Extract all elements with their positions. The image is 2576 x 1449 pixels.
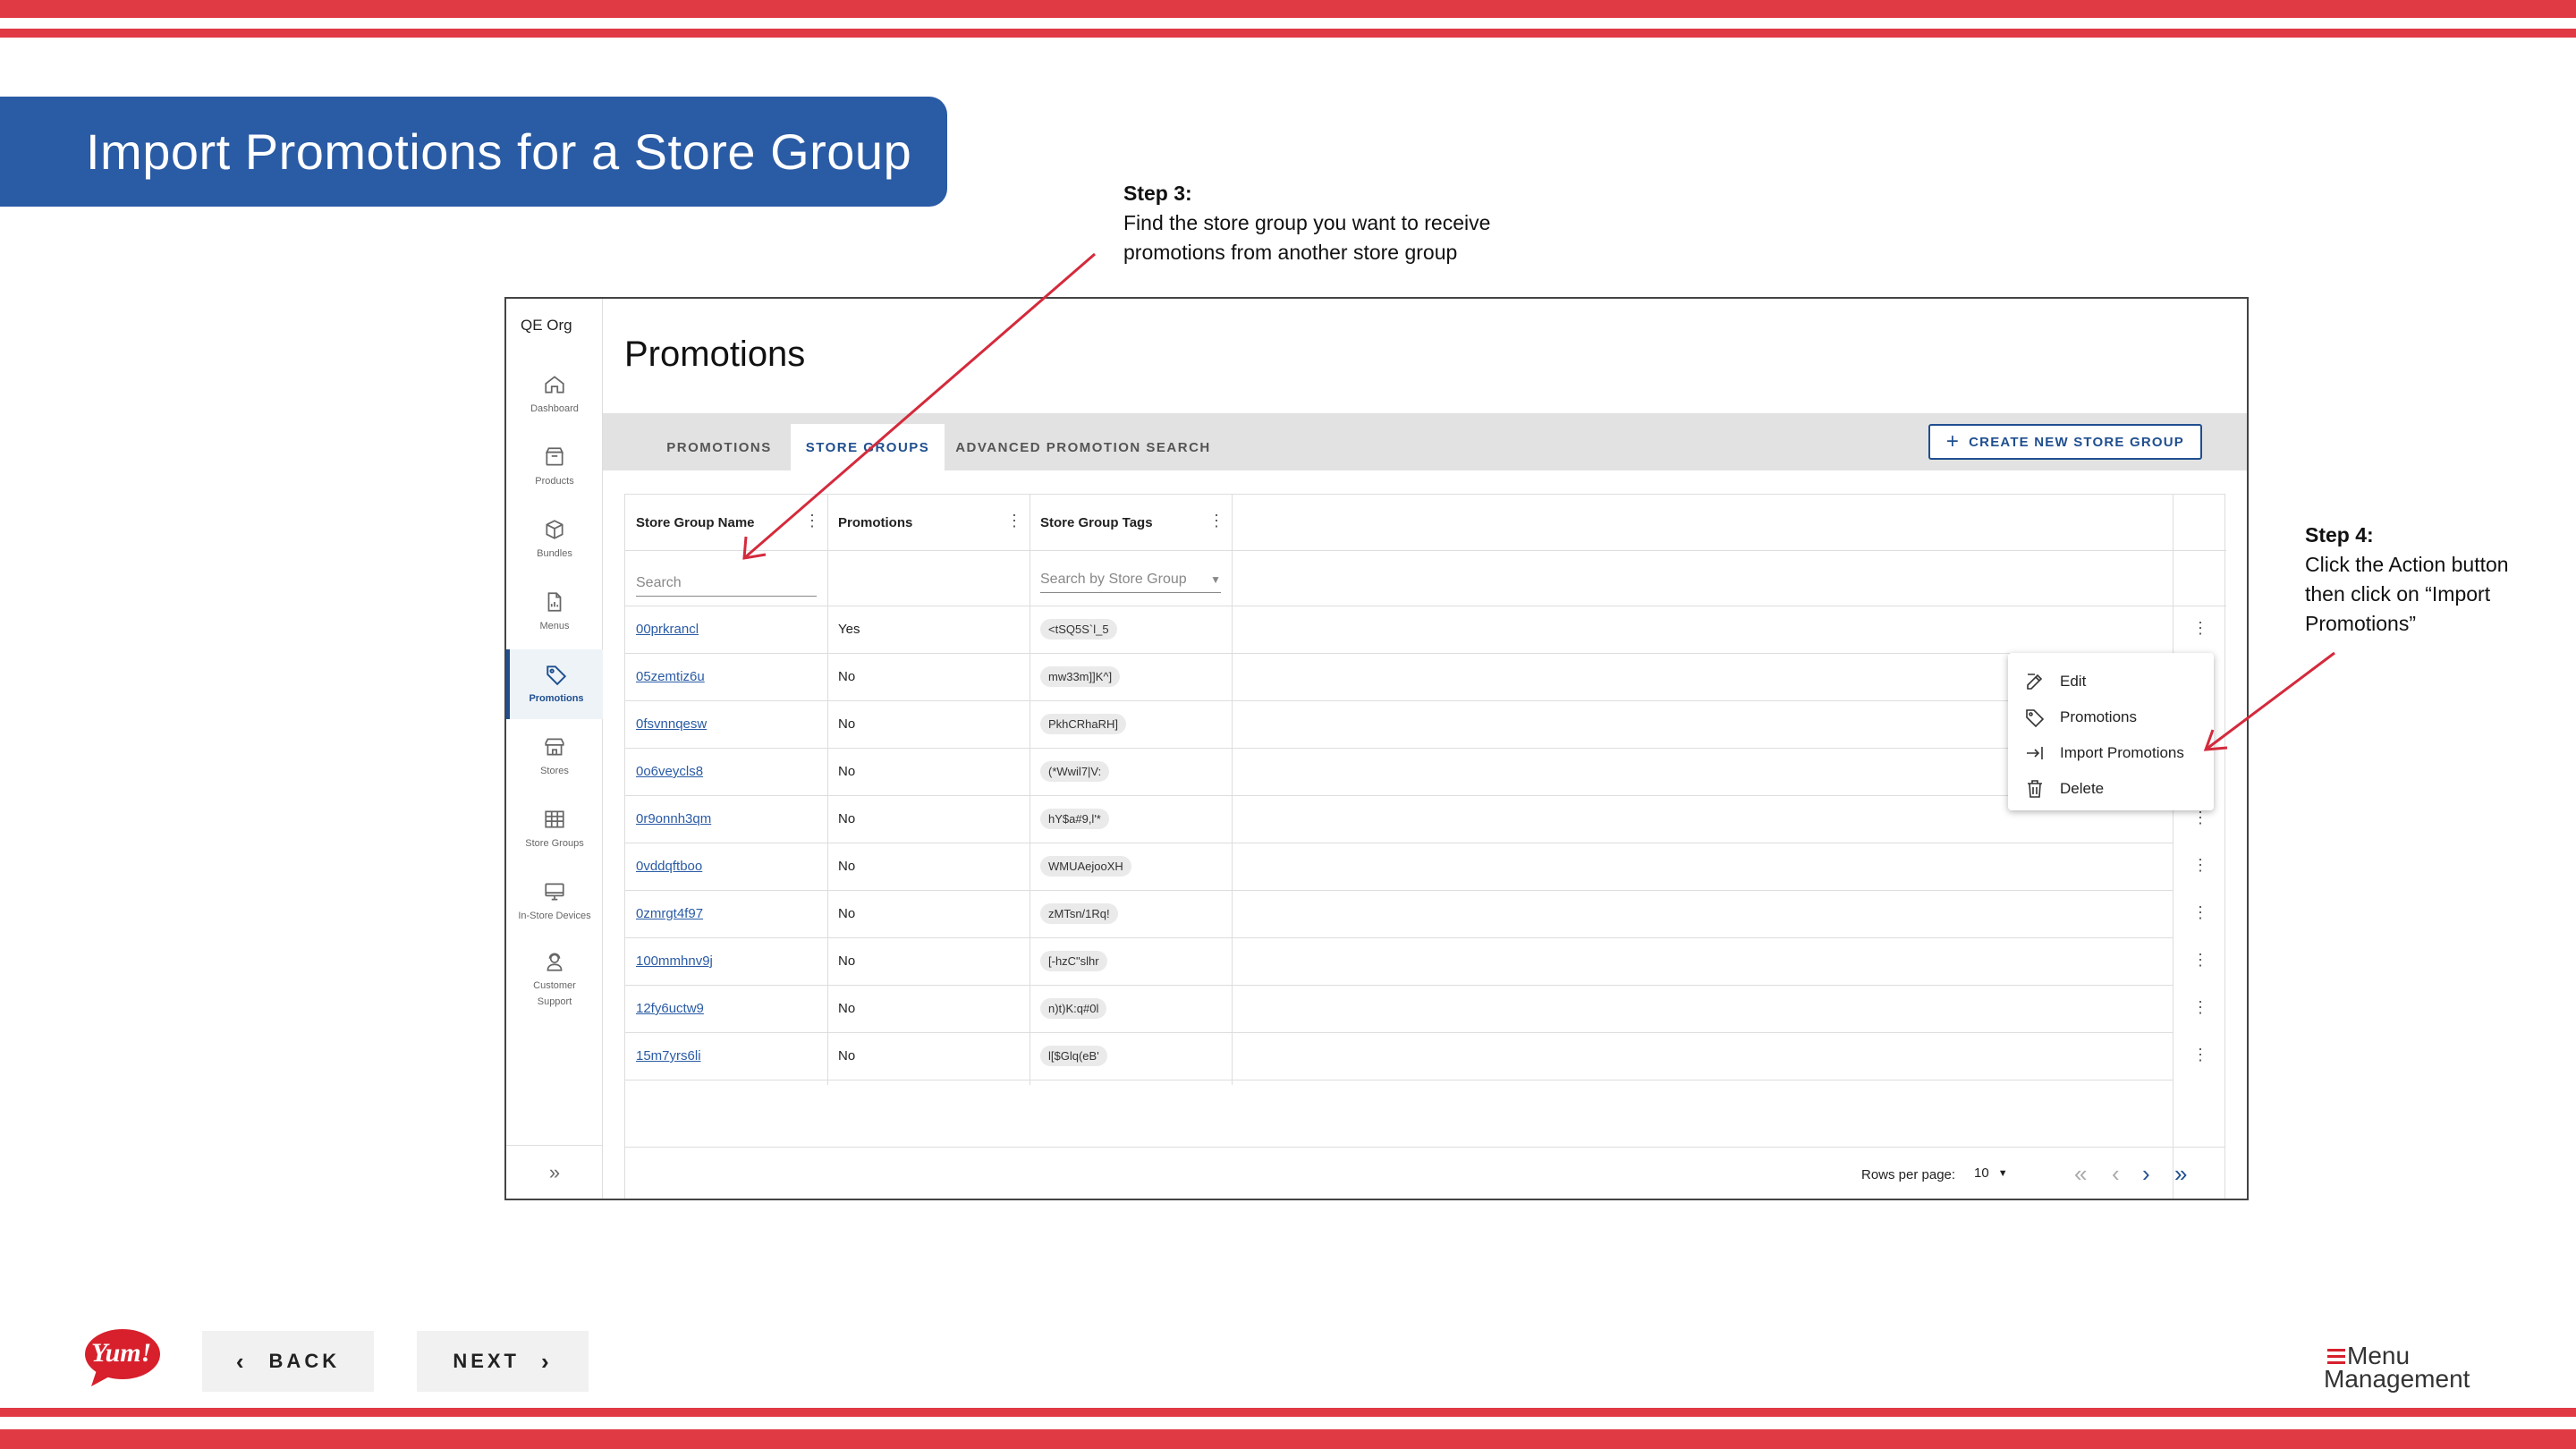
bottom-stripe <box>0 1429 2576 1449</box>
yum-logo: Yum! <box>84 1327 161 1388</box>
next-button[interactable]: NEXT › <box>417 1331 589 1392</box>
menu-management-logo: Menu Management <box>2324 1342 2494 1395</box>
step3-arrow <box>742 252 1096 560</box>
next-label: NEXT <box>453 1350 520 1372</box>
back-label: BACK <box>268 1350 341 1372</box>
chevron-right-icon: › <box>541 1347 553 1375</box>
back-button[interactable]: ‹ BACK <box>202 1331 374 1392</box>
yum-logo-text: Yum! <box>91 1338 152 1368</box>
step4-arrow <box>2203 651 2335 751</box>
chevron-left-icon: ‹ <box>235 1347 248 1375</box>
brand-line2: Management <box>2324 1365 2470 1393</box>
bottom-stripe-thin <box>0 1408 2576 1417</box>
annotation-arrows <box>742 252 2335 751</box>
